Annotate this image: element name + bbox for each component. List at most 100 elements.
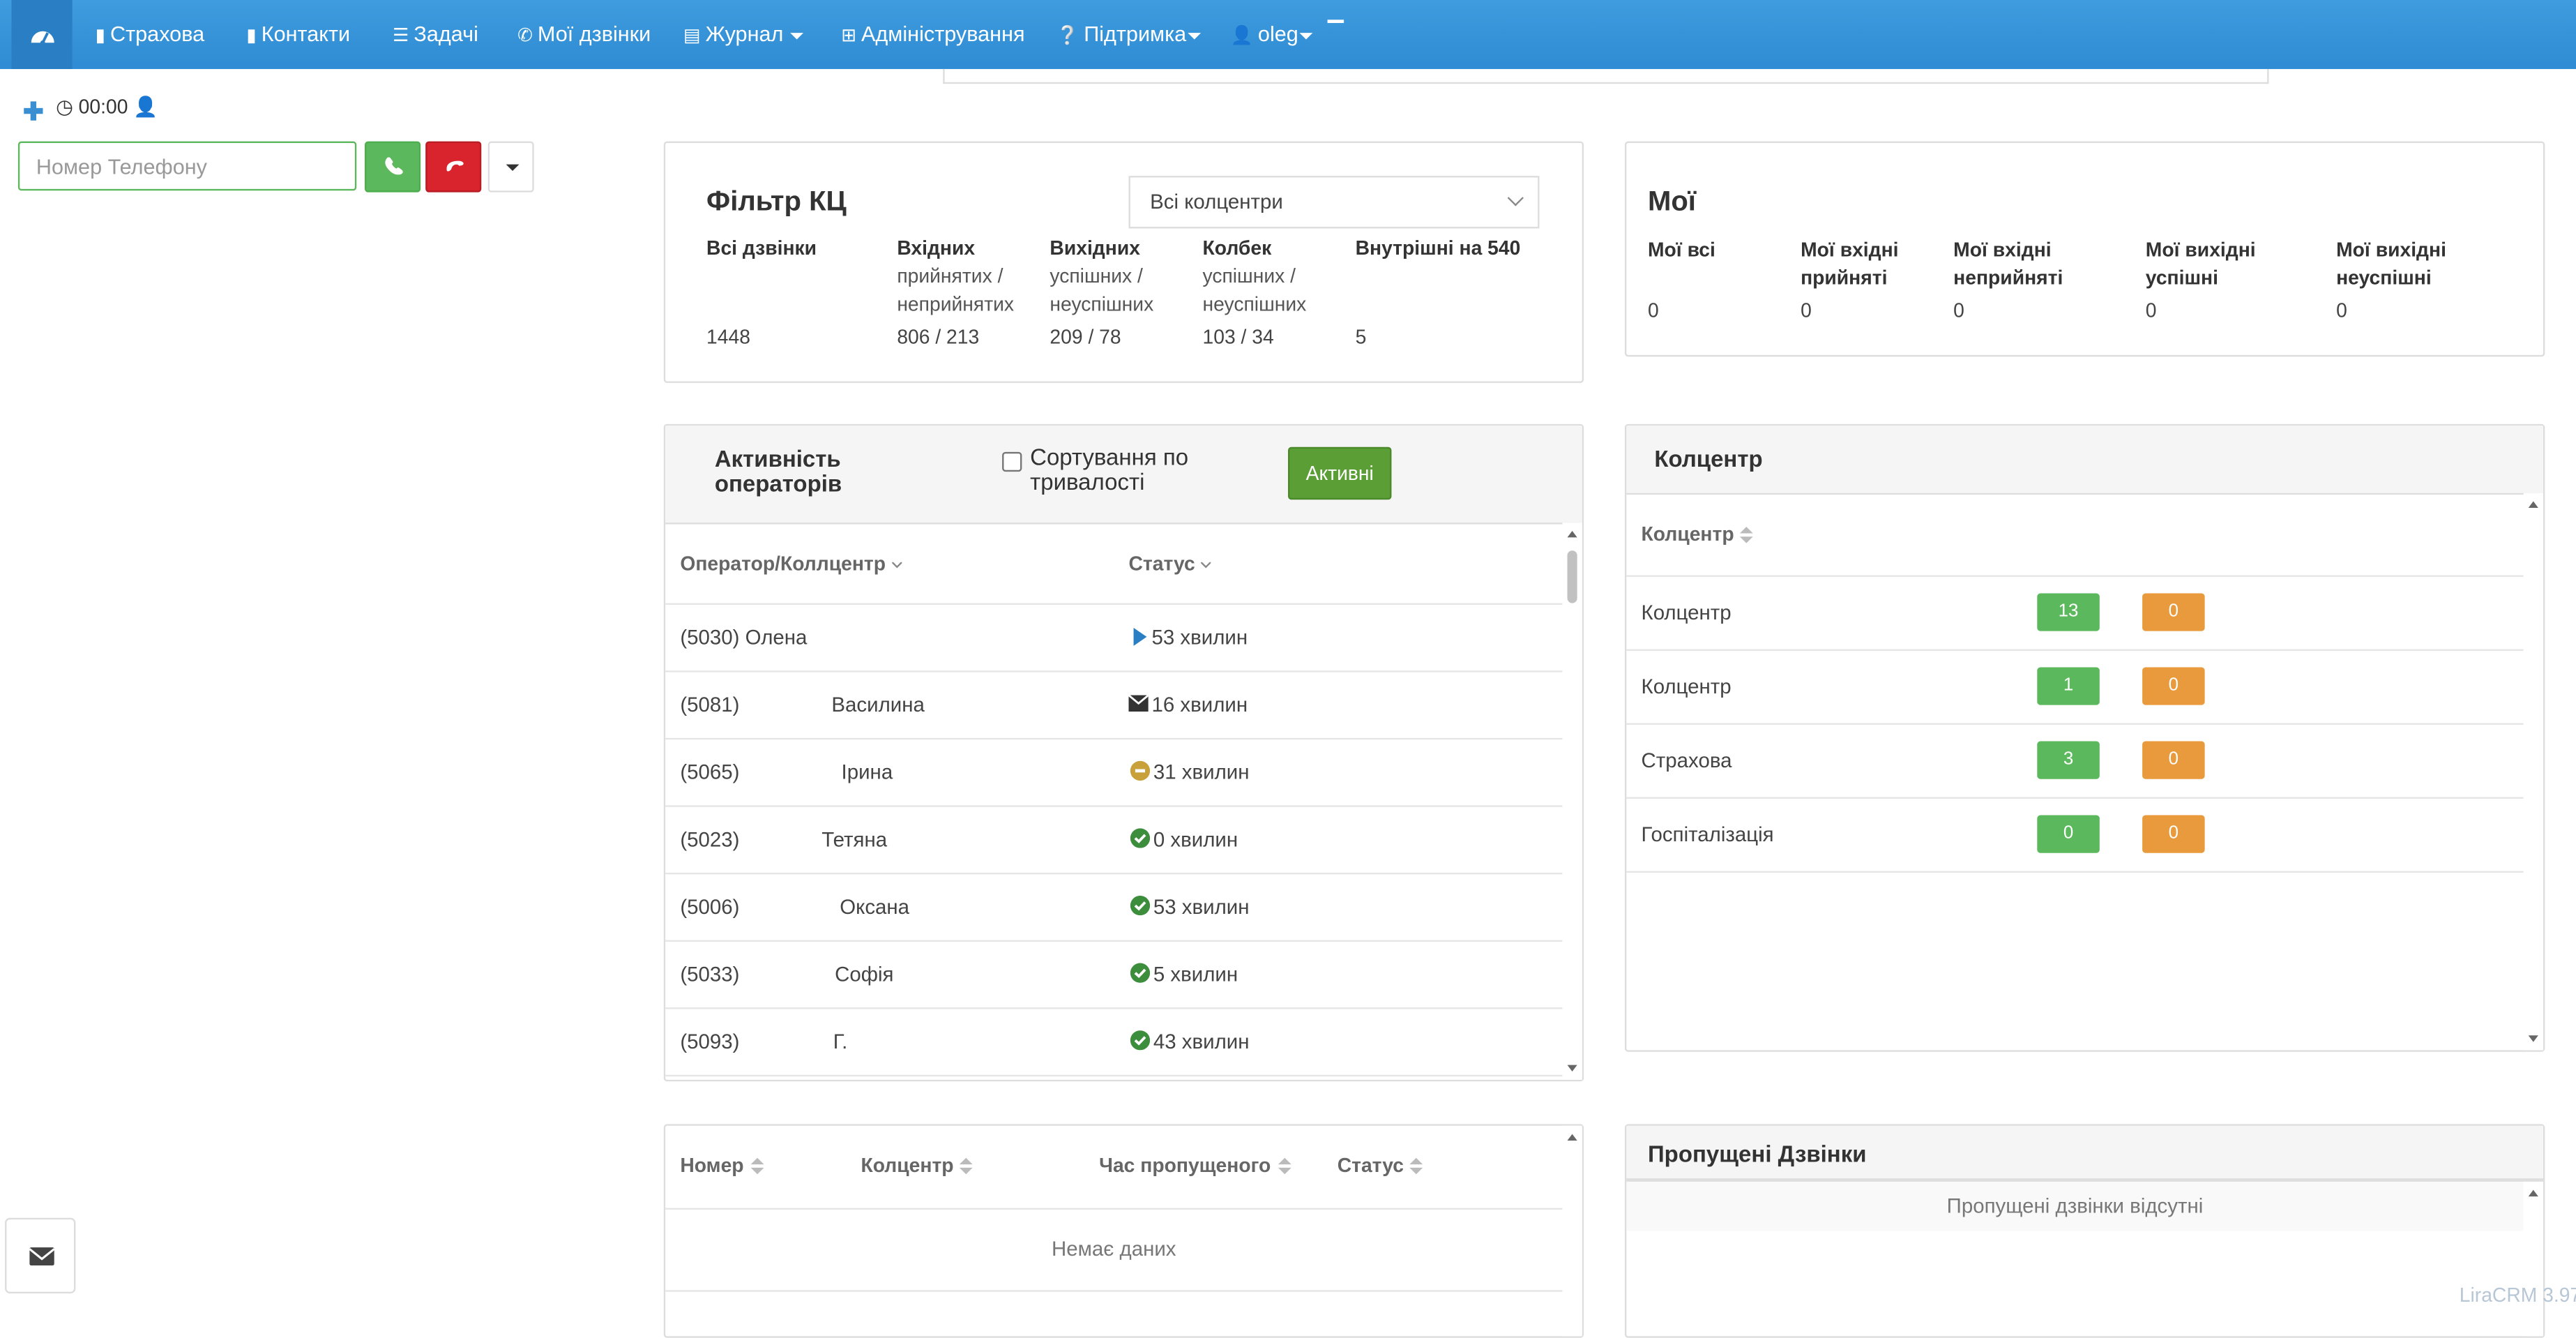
phone-options-dropdown[interactable]	[487, 141, 534, 193]
table-row[interactable]: (5093) Г.	[680, 1030, 847, 1053]
operator-name: Г.	[833, 1030, 848, 1054]
missed-panel-scrollbar[interactable]	[2523, 1181, 2543, 1337]
stat-head: Колбек	[1202, 236, 1272, 260]
column-operator[interactable]: Оператор/Коллцентр	[680, 553, 902, 576]
user-icon: 👤	[1230, 26, 1253, 46]
nav-item-support[interactable]: ❔ Підтримка	[1056, 0, 1202, 69]
missed-calls-table: Номер Колцентр Час пропущеного Статус Не…	[663, 1124, 1584, 1338]
book-icon: ▮	[246, 26, 257, 46]
scroll-down-icon[interactable]	[1567, 1065, 1577, 1072]
my-stats-panel: Мої Мої всі Мої вхідні прийняті Мої вхід…	[1624, 141, 2545, 357]
callcenter-scrollbar[interactable]	[2523, 493, 2543, 1051]
stat-value: 0	[1647, 299, 1659, 322]
status-cell: 16 хвилин	[1128, 693, 1248, 716]
operators-title: Активність операторів	[714, 445, 842, 497]
online-count-badge[interactable]: 13	[2037, 593, 2100, 631]
missed-calls-panel: Пропущені Дзвінки Пропущені дзвінки відс…	[1624, 1124, 2545, 1338]
my-stat: Мої вхідні прийняті	[1801, 236, 1940, 292]
scroll-up-icon[interactable]	[2528, 501, 2538, 508]
nav-item-strakhova[interactable]: ▮ Страхова	[96, 0, 205, 69]
missed-calls-title: Пропущені Дзвінки	[1647, 1140, 1867, 1167]
scroll-up-icon[interactable]	[1567, 1134, 1577, 1141]
messages-button[interactable]	[5, 1217, 76, 1294]
my-stats-title: Мої	[1647, 186, 1697, 217]
sort-duration-checkbox[interactable]	[1002, 451, 1022, 472]
hangup-button[interactable]	[425, 141, 482, 193]
status-duration: 53 хвилин	[1153, 895, 1250, 919]
scroll-up-icon[interactable]	[2528, 1189, 2538, 1197]
stat-value: 103 / 34	[1202, 325, 1274, 349]
top-navbar: ▮ Страхова ▮ Контакти ☰ Задачі ✆ Мої дзвінки…	[0, 0, 2576, 69]
column-label: Статус	[1128, 552, 1195, 576]
column-label: Колцентр	[861, 1153, 954, 1177]
status-duration: 0 хвилин	[1153, 828, 1238, 852]
online-count-badge[interactable]: 0	[2037, 815, 2100, 853]
row-divider	[665, 1208, 1563, 1210]
table-row[interactable]: (5023) Тетяна	[680, 828, 887, 851]
select-value: Всі колцентри	[1150, 190, 1283, 214]
sort-icon	[960, 1158, 973, 1175]
column-missed-time[interactable]: Час пропущеного	[1099, 1154, 1291, 1177]
status-cell: 53 хвилин	[1130, 895, 1250, 919]
column-callcenter[interactable]: Колцентр	[861, 1154, 973, 1177]
question-circle-icon: ❔	[1056, 26, 1079, 46]
row-divider	[1626, 871, 2524, 873]
operator-ext: (5093)	[680, 1030, 740, 1054]
stat-value: 0	[1953, 299, 1964, 322]
nav-item-admin[interactable]: ⊞ Адміністрування	[841, 0, 1024, 69]
row-divider	[665, 1290, 1563, 1292]
operators-header: Активність операторів Сортування по трив…	[665, 426, 1582, 525]
status-cell: 43 хвилин	[1130, 1030, 1250, 1053]
row-divider	[1626, 797, 2524, 799]
table-row[interactable]: (5081) Василина	[680, 693, 925, 716]
stat-head: Вхідних	[897, 236, 976, 260]
operator-ext: (5081)	[680, 693, 740, 717]
envelope-icon	[1128, 694, 1149, 712]
row-divider	[665, 872, 1563, 875]
phone-number-input[interactable]	[17, 141, 357, 191]
plus-icon[interactable]: ✚	[23, 97, 44, 126]
stat-head: Мої вихідні успішні	[2145, 238, 2256, 290]
scroll-down-icon[interactable]	[2528, 1035, 2538, 1042]
queue-count-badge[interactable]: 0	[2142, 667, 2205, 705]
filter-title: Фільтр КЦ	[706, 186, 847, 217]
scroll-thumb[interactable]	[1567, 550, 1577, 603]
queue-count-badge[interactable]: 0	[2142, 815, 2205, 853]
active-filter-button[interactable]: Активні	[1288, 446, 1392, 500]
operator-name: Василина	[831, 693, 925, 717]
online-count-badge[interactable]: 1	[2037, 667, 2100, 705]
stat-head: Мої всі	[1647, 238, 1715, 262]
nav-item-user[interactable]: 👤 oleg	[1230, 0, 1314, 69]
table-row[interactable]: (5030) Олена	[680, 626, 807, 649]
nav-item-tasks[interactable]: ☰ Задачі	[393, 0, 478, 69]
nav-item-contacts[interactable]: ▮ Контакти	[246, 0, 350, 69]
operator-ext: (5006)	[680, 895, 740, 919]
check-circle-icon	[1130, 828, 1151, 848]
table-row[interactable]: (5033) Софія	[680, 963, 893, 986]
stat-value: 806 / 213	[897, 325, 980, 349]
call-button[interactable]	[365, 141, 421, 193]
queue-count-badge[interactable]: 0	[2142, 741, 2205, 779]
minimize-icon[interactable]	[1327, 20, 1344, 22]
phone-icon: ✆	[517, 26, 533, 46]
nav-item-journal[interactable]: ▤ Журнал	[683, 0, 803, 69]
column-status[interactable]: Статус	[1129, 553, 1212, 576]
callcenter-name: Колцентр	[1641, 601, 1732, 625]
queue-count-badge[interactable]: 0	[2142, 593, 2205, 631]
dashboard-icon[interactable]	[11, 0, 73, 69]
scroll-up-icon[interactable]	[1567, 530, 1577, 538]
clock-icon: ◷	[56, 95, 73, 119]
row-divider	[665, 737, 1563, 740]
column-callcenter[interactable]: Колцентр	[1642, 523, 1754, 546]
table-row[interactable]: (5006) Оксана	[680, 896, 909, 919]
column-number[interactable]: Номер	[680, 1154, 764, 1177]
callcenter-select[interactable]: Всі колцентри	[1128, 176, 1540, 229]
table-row[interactable]: (5065) Ірина	[680, 761, 893, 784]
missed-table-scrollbar[interactable]	[1562, 1125, 1582, 1337]
column-status[interactable]: Статус	[1338, 1154, 1424, 1177]
stat-sub: прийнятих / неприйнятих	[897, 264, 1015, 316]
online-count-badge[interactable]: 3	[2037, 741, 2100, 779]
nav-item-my-calls[interactable]: ✆ Мої дзвінки	[517, 0, 651, 69]
operators-scrollbar[interactable]	[1562, 523, 1582, 1080]
stat-head: Всі дзвінки	[706, 236, 817, 260]
